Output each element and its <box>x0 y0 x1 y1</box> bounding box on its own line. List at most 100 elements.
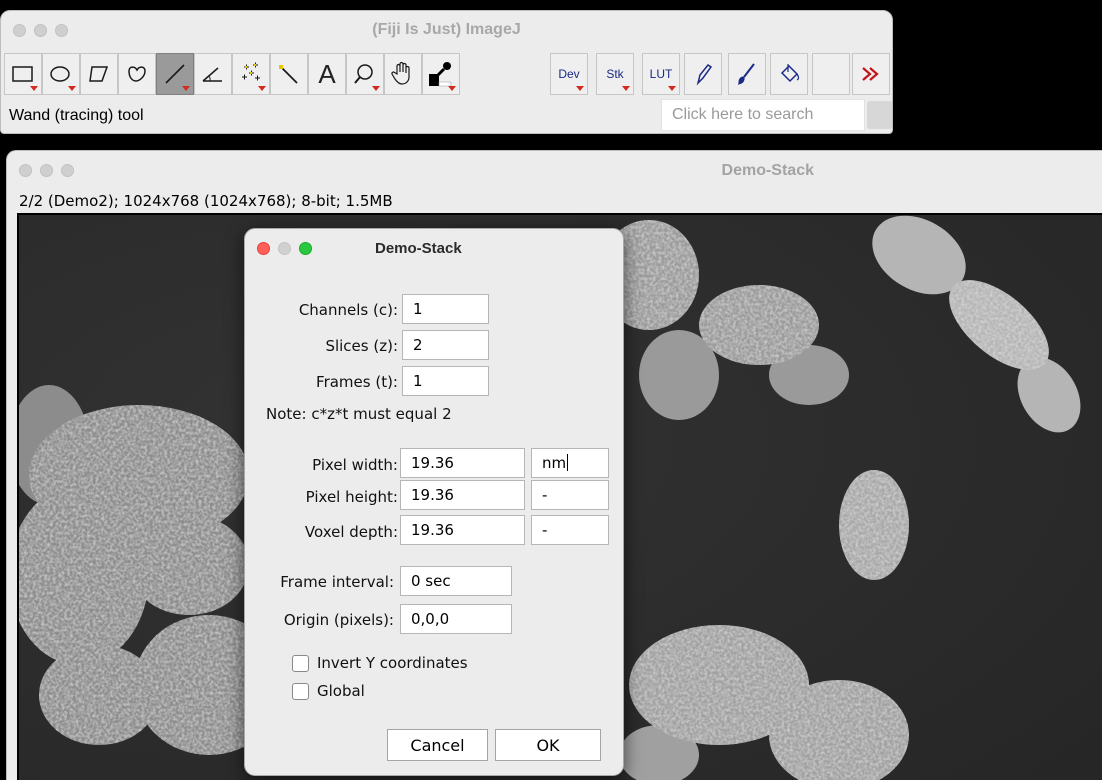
pixel-height-label: Pixel height: <box>305 488 398 506</box>
pencil-icon <box>696 63 713 86</box>
color-picker-tool[interactable] <box>422 53 460 95</box>
frames-field[interactable]: 1 <box>402 366 489 396</box>
close-window-button[interactable] <box>19 164 32 177</box>
dialog-window-controls <box>257 242 312 255</box>
invert-y-label: Invert Y coordinates <box>317 654 468 672</box>
frames-label: Frames (t): <box>316 373 398 391</box>
pencil-tool[interactable] <box>684 53 722 95</box>
lut-menu-label: LUT <box>649 67 673 81</box>
dropdown-indicator-icon <box>576 86 584 91</box>
zoom-window-button[interactable] <box>61 164 74 177</box>
dev-menu-label: Dev <box>558 67 580 81</box>
dropdown-indicator-icon <box>622 86 630 91</box>
zoom-tool[interactable] <box>346 53 384 95</box>
search-input[interactable]: Click here to search <box>661 99 865 131</box>
freehand-icon <box>128 66 146 82</box>
lut-menu[interactable]: LUT <box>642 53 680 95</box>
unit-value: nm <box>542 454 567 472</box>
minimize-window-button[interactable] <box>40 164 53 177</box>
angle-tool[interactable] <box>194 53 232 95</box>
dialog-close-button[interactable] <box>257 242 270 255</box>
dropdown-indicator-icon <box>668 86 676 91</box>
hand-icon <box>391 61 410 85</box>
image-info-text: 2/2 (Demo2); 1024x768 (1024x768); 8-bit;… <box>19 192 393 210</box>
search-button[interactable] <box>867 101 892 129</box>
close-window-button[interactable] <box>13 24 26 37</box>
oval-tool[interactable] <box>42 53 80 95</box>
frame-interval-field[interactable]: 0 sec <box>400 566 512 596</box>
oval-icon <box>50 66 70 82</box>
pixel-height-field[interactable]: 19.36 <box>400 480 525 510</box>
window-controls <box>19 164 74 177</box>
text-icon: A <box>318 58 336 89</box>
image-window-title: Demo-Stack <box>721 162 814 179</box>
voxel-depth-unit: - <box>531 515 609 545</box>
slices-field[interactable]: 2 <box>402 330 489 360</box>
invert-y-box[interactable] <box>292 654 309 672</box>
imagej-title: (Fiji Is Just) ImageJ <box>372 21 521 38</box>
brush-tool[interactable] <box>728 53 766 95</box>
dropdown-indicator-icon <box>68 86 76 91</box>
slices-label: Slices (z): <box>325 337 398 355</box>
double-chevron-icon <box>862 67 879 81</box>
origin-field[interactable]: 0,0,0 <box>400 604 512 634</box>
point-icon <box>242 62 260 81</box>
imagej-titlebar[interactable]: (Fiji Is Just) ImageJ <box>1 11 892 49</box>
dropdown-indicator-icon <box>258 86 266 91</box>
zoom-window-button[interactable] <box>55 24 68 37</box>
dropdown-indicator-icon <box>30 86 38 91</box>
stk-menu[interactable]: Stk <box>596 53 634 95</box>
freehand-tool[interactable] <box>118 53 156 95</box>
line-tool[interactable] <box>156 53 194 95</box>
flood-fill-tool[interactable] <box>770 53 808 95</box>
status-text: Wand (tracing) tool <box>9 107 144 124</box>
pixel-width-label: Pixel width: <box>312 456 398 474</box>
polygon-tool[interactable] <box>80 53 118 95</box>
text-cursor <box>567 454 569 471</box>
invert-y-checkbox[interactable]: Invert Y coordinates <box>292 654 468 672</box>
dimension-note: Note: c*z*t must equal 2 <box>266 405 452 423</box>
pixel-height-unit: - <box>531 480 609 510</box>
magnifier-icon <box>354 64 373 84</box>
more-tools-button[interactable] <box>852 53 890 95</box>
wand-tool[interactable] <box>270 53 308 95</box>
ok-button[interactable]: OK <box>495 729 601 761</box>
dialog-minimize-button[interactable] <box>278 242 291 255</box>
global-checkbox[interactable]: Global <box>292 682 365 700</box>
unit-field[interactable]: nm <box>531 448 609 478</box>
dropdown-indicator-icon <box>372 86 380 91</box>
rectangle-tool[interactable] <box>4 53 42 95</box>
hand-tool[interactable] <box>384 53 422 95</box>
global-label: Global <box>317 682 365 700</box>
dropdown-indicator-icon <box>182 86 190 91</box>
frame-interval-label: Frame interval: <box>280 573 394 591</box>
global-box[interactable] <box>292 682 309 700</box>
dialog-titlebar[interactable]: Demo-Stack <box>245 229 623 269</box>
pixel-width-field[interactable]: 19.36 <box>400 448 525 478</box>
tool-bar: A Dev Stk LUT <box>4 53 892 97</box>
imagej-window: (Fiji Is Just) ImageJ A Dev Stk LUT Wand… <box>0 10 893 134</box>
cancel-button[interactable]: Cancel <box>387 729 488 761</box>
angle-icon <box>202 67 222 82</box>
dialog-zoom-button[interactable] <box>299 242 312 255</box>
rectangle-icon <box>12 66 33 82</box>
image-window-titlebar[interactable]: Demo-Stack <box>7 151 1102 191</box>
wand-icon <box>279 65 298 84</box>
channels-field[interactable]: 1 <box>402 294 489 324</box>
dialog-title: Demo-Stack <box>375 240 462 257</box>
line-icon <box>165 64 185 84</box>
brush-icon <box>738 63 755 85</box>
point-tool[interactable] <box>232 53 270 95</box>
polygon-icon <box>89 66 109 82</box>
voxel-depth-field[interactable]: 19.36 <box>400 515 525 545</box>
window-controls <box>13 24 68 37</box>
dev-menu[interactable]: Dev <box>550 53 588 95</box>
minimize-window-button[interactable] <box>34 24 47 37</box>
properties-dialog: Demo-Stack Channels (c): 1 Slices (z): 2… <box>244 228 624 776</box>
bucket-icon <box>780 64 800 83</box>
stk-menu-label: Stk <box>606 67 624 81</box>
dropper-icon <box>429 62 452 87</box>
empty-tool-slot <box>812 53 850 95</box>
channels-label: Channels (c): <box>298 301 398 319</box>
text-tool[interactable]: A <box>308 53 346 95</box>
